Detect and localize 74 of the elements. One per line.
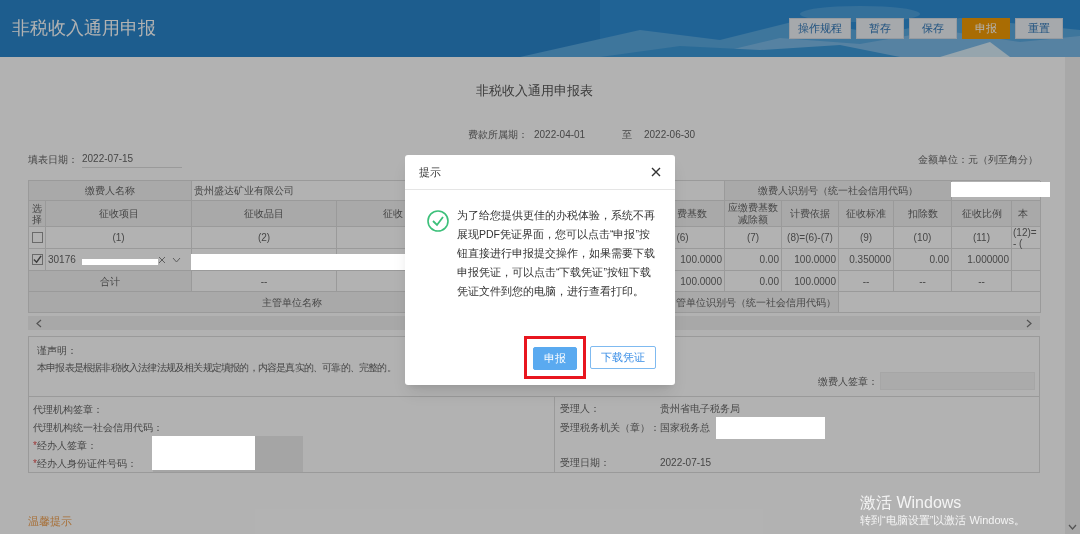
table-cell: 0.00 xyxy=(725,249,782,271)
column-number: (12)= - ( xyxy=(1013,226,1038,249)
table-cell: -- xyxy=(894,271,952,292)
column-number: (11) xyxy=(972,231,990,245)
tip-link[interactable]: 温馨提示 xyxy=(28,513,72,529)
fill-date-field[interactable]: 2022-07-15 xyxy=(82,150,182,168)
unit-note: 金额单位：元（列至角分） xyxy=(918,152,1038,167)
vertical-scrollbar[interactable] xyxy=(1065,57,1080,534)
payer-sign-label: 缴费人签章： xyxy=(818,374,878,389)
table-header: 计费依据 xyxy=(782,201,839,227)
table-cell: 100.0000 xyxy=(782,249,839,271)
chevron-down-icon[interactable] xyxy=(172,256,181,263)
checkbox[interactable] xyxy=(31,254,43,265)
table-cell: 缴费人名称 xyxy=(29,181,192,201)
table-header: 扣除数 xyxy=(894,201,952,227)
close-icon[interactable] xyxy=(651,167,661,177)
table-header: 应缴费基数减除额 xyxy=(725,201,782,227)
column-number: (8)=(6)-(7) xyxy=(787,231,833,245)
column-number: (2) xyxy=(257,231,271,245)
period-end: 2022-06-30 xyxy=(644,127,697,142)
clear-icon[interactable] xyxy=(158,255,166,264)
table-cell: 合计 xyxy=(29,271,192,292)
table-header: 征收比例 xyxy=(952,201,1012,227)
item-code: 30176 xyxy=(48,253,76,267)
table-header: 本 xyxy=(1012,201,1041,227)
declaration-title: 谨声明： xyxy=(37,344,78,358)
table-header: 征收标准 xyxy=(839,201,894,227)
chevron-down-icon[interactable] xyxy=(1068,524,1077,530)
acceptance-label: 受理税务机关（章）： xyxy=(560,420,660,435)
acceptance-value: 国家税务总 xyxy=(660,420,710,435)
acceptance-label: 受理人： xyxy=(560,401,601,416)
activation-title: 激活 Windows xyxy=(860,493,963,513)
checkbox[interactable] xyxy=(31,232,43,243)
toolbar-button[interactable]: 重置 xyxy=(1015,17,1063,39)
table-cell: -- xyxy=(952,271,1012,292)
table-header: 征收品目 xyxy=(192,201,337,227)
check-icon xyxy=(32,255,42,264)
acceptance-label: 受理日期： xyxy=(560,456,611,471)
agent-field-label: *经办人身份证件号码： xyxy=(33,456,138,471)
toolbar-button[interactable]: 暂存 xyxy=(856,17,904,39)
period-label: 费款所属期： xyxy=(468,127,528,142)
dialog-title: 提示 xyxy=(419,164,441,180)
column-number: (1) xyxy=(112,231,125,245)
form-title: 非税收入通用申报表 xyxy=(475,82,593,100)
column-number: (6) xyxy=(676,231,689,245)
toolbar-button[interactable]: 操作规程 xyxy=(789,17,851,39)
dialog-button[interactable]: 下载凭证 xyxy=(590,346,656,370)
chevron-left-icon[interactable] xyxy=(36,318,42,328)
declaration-text: 本申报表是根据非税收入法律法规及相关规定填报的，内容是真实的、可靠的、完整的。 xyxy=(37,361,396,375)
toolbar-button[interactable]: 保存 xyxy=(909,17,957,39)
activation-subtitle: 转到“电脑设置”以激活 Windows。 xyxy=(860,513,1025,527)
column-number: (9) xyxy=(859,231,873,245)
table-cell xyxy=(1012,271,1041,292)
acceptance-value: 贵州省电子税务局 xyxy=(660,401,740,416)
table-cell: 0.350000 xyxy=(839,249,894,271)
table-header: 选择 xyxy=(29,201,46,227)
period-start: 2022-04-01 xyxy=(534,127,587,142)
acceptance-value: 2022-07-15 xyxy=(660,456,712,471)
period-separator: 至 xyxy=(622,127,632,142)
toolbar-button[interactable]: 申报 xyxy=(962,17,1010,39)
agent-field-label: *经办人签章： xyxy=(33,438,98,453)
page-title: 非税收入通用申报 xyxy=(12,17,156,40)
chevron-right-icon[interactable] xyxy=(1026,318,1032,328)
agent-field-label: 代理机构统一社会信用代码： xyxy=(33,420,164,435)
table-cell: -- xyxy=(839,271,894,292)
table-header: 征收项目 xyxy=(46,201,192,227)
fill-date-label: 填表日期： xyxy=(28,152,78,167)
table-cell: 0.00 xyxy=(894,249,952,271)
column-number: (7) xyxy=(746,231,760,245)
column-number: (10) xyxy=(913,231,932,245)
agent-field-label: 代理机构签章： xyxy=(33,403,104,418)
table-cell: 1.000000 xyxy=(952,249,1012,271)
dialog-button[interactable]: 申报 xyxy=(533,347,577,370)
check-circle-icon xyxy=(427,210,449,232)
